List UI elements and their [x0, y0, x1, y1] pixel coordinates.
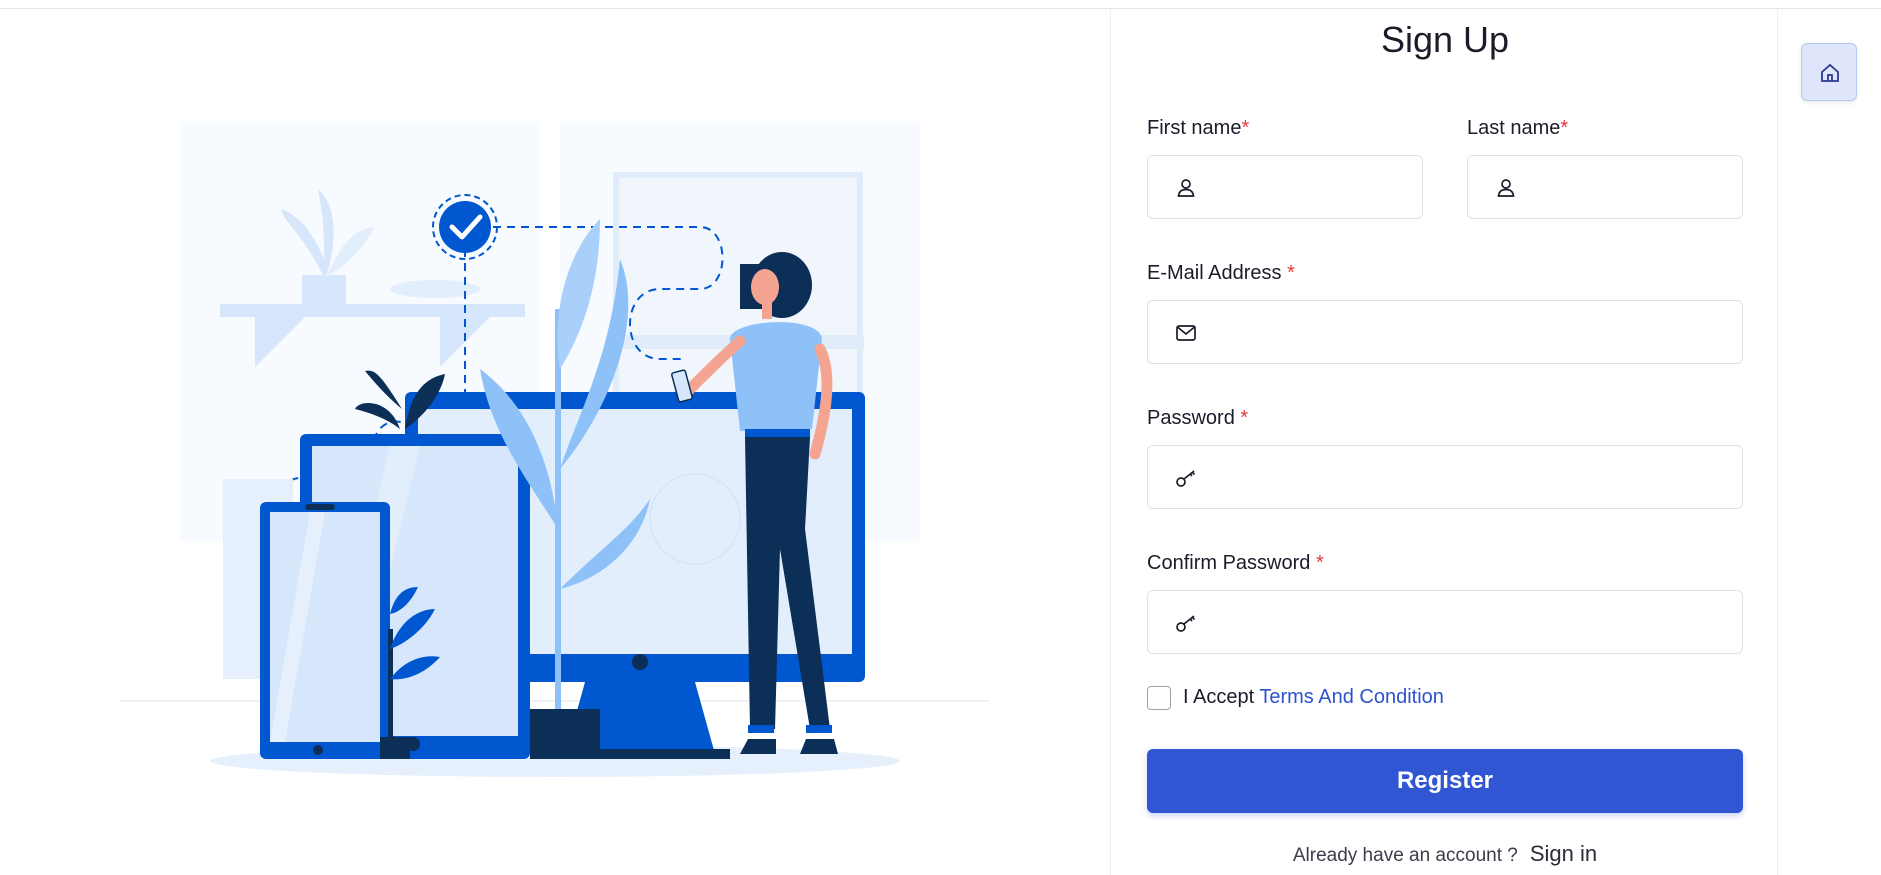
first-name-input[interactable]: [1212, 156, 1406, 218]
first-name-field[interactable]: [1147, 155, 1423, 219]
email-label-text: E-Mail Address: [1147, 262, 1288, 284]
password-label: Password *: [1147, 407, 1248, 430]
password-input[interactable]: [1212, 446, 1726, 508]
confirm-password-label: Confirm Password *: [1147, 552, 1324, 575]
page-title: Sign Up: [1380, 19, 1510, 60]
email-input[interactable]: [1212, 301, 1726, 363]
signin-prompt: Already have an account ? Sign in: [1111, 841, 1779, 867]
last-name-input[interactable]: [1532, 156, 1726, 218]
email-label: E-Mail Address *: [1147, 262, 1295, 285]
confirm-password-field[interactable]: [1147, 590, 1743, 654]
already-account-text: Already have an account ?: [1292, 845, 1518, 866]
required-mark: *: [1315, 552, 1324, 574]
terms-checkbox[interactable]: [1147, 686, 1171, 710]
required-mark: *: [1560, 117, 1569, 139]
key-icon: [1174, 611, 1198, 635]
signin-link[interactable]: Sign in: [1530, 841, 1597, 866]
terms-link[interactable]: Terms And Condition: [1259, 686, 1444, 708]
signup-illustration: [0, 9, 1110, 875]
signup-form: Sign Up First name* Last name* E-Mail Ad…: [1110, 9, 1778, 875]
required-mark: *: [1241, 117, 1250, 139]
last-name-label-text: Last name: [1467, 117, 1561, 139]
user-icon: [1494, 176, 1518, 200]
accept-label: I Accept: [1183, 686, 1260, 708]
confirm-password-label-text: Confirm Password: [1147, 552, 1316, 574]
mail-icon: [1174, 321, 1198, 345]
password-field[interactable]: [1147, 445, 1743, 509]
first-name-label: First name*: [1147, 117, 1249, 140]
accept-terms-text: I Accept Terms And Condition: [1183, 686, 1444, 709]
register-button[interactable]: Register: [1147, 749, 1743, 813]
illustration-svg: [120, 121, 990, 777]
home-icon: [1821, 63, 1839, 82]
email-field[interactable]: [1147, 300, 1743, 364]
key-icon: [1174, 466, 1198, 490]
user-icon: [1174, 176, 1198, 200]
required-mark: *: [1287, 262, 1295, 284]
last-name-label: Last name*: [1467, 117, 1568, 140]
password-label-text: Password: [1147, 407, 1241, 429]
first-name-label-text: First name: [1147, 117, 1242, 139]
required-mark: *: [1240, 407, 1249, 429]
confirm-password-input[interactable]: [1212, 591, 1726, 653]
last-name-field[interactable]: [1467, 155, 1743, 219]
home-button[interactable]: [1801, 43, 1857, 101]
